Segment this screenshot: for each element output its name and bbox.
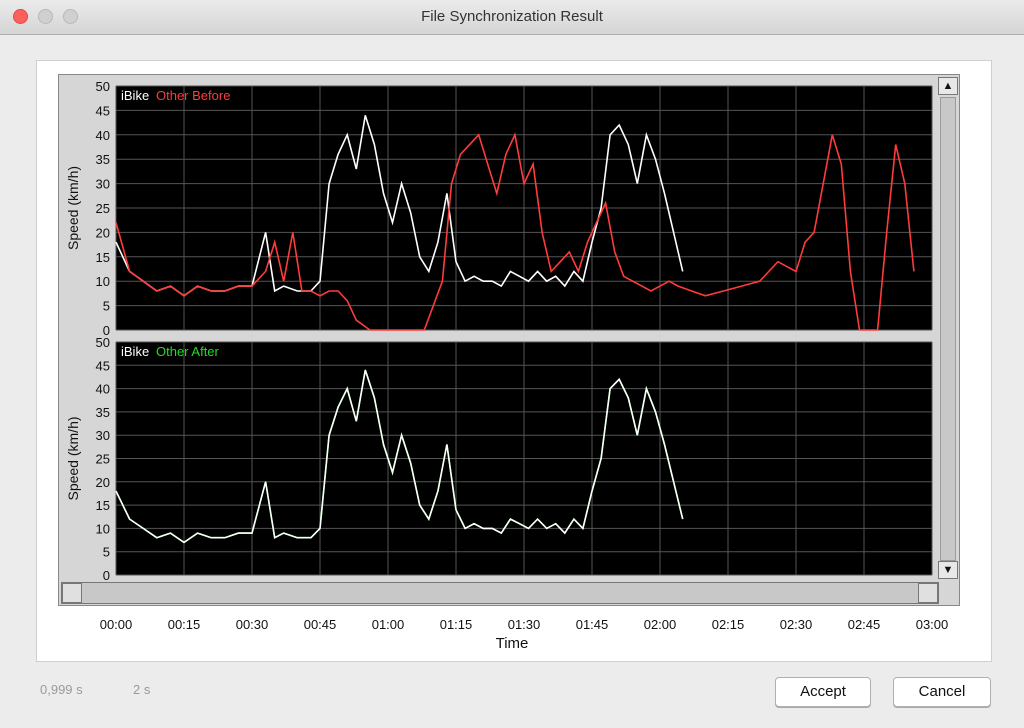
legend-ibike: iBike [121,88,149,103]
vertical-scrollbar[interactable]: ▲ ▼ [938,77,958,579]
x-tick-label: 02:45 [847,617,881,632]
y-tick-label: 20 [96,475,110,490]
y-axis-label: Speed (km/h) [65,166,81,250]
x-tick-label: 01:00 [371,617,405,632]
y-tick-label: 10 [96,274,110,289]
accept-button[interactable]: Accept [775,677,871,707]
y-tick-label: 30 [96,428,110,443]
y-tick-label: 15 [96,250,110,265]
scroll-right-button[interactable] [918,583,938,603]
x-tick-label: 02:00 [643,617,677,632]
y-tick-label: 45 [96,358,110,373]
x-tick-label: 01:30 [507,617,541,632]
chart-after: 0 5 10 15 20 25 30 35 40 45 50 Speed (km/h) iBike Oth… [65,335,933,583]
legend-other: Other Before [156,88,230,103]
x-tick-label: 02:15 [711,617,745,632]
y-tick-label: 40 [96,382,110,397]
y-tick-label: 35 [96,152,110,167]
y-tick-label: 50 [96,335,110,350]
cancel-button[interactable]: Cancel [893,677,991,707]
vertical-scroll-thumb[interactable] [940,97,956,561]
y-tick-label: 25 [96,201,110,216]
step-value: 2 s [133,682,151,697]
y-tick-label: 40 [96,128,110,143]
x-tick-label: 00:45 [303,617,337,632]
scroll-down-icon[interactable]: ▼ [938,561,958,579]
y-axis-label: Speed (km/h) [65,416,81,500]
x-tick-label: 01:45 [575,617,609,632]
horizontal-scrollbar[interactable] [61,582,939,604]
y-tick-label: 15 [96,498,110,513]
chart-before: 05101520253035404550Speed (km/h)iBike Oth… [65,79,933,338]
legend-ibike: iBike [121,344,149,359]
offset-value: 0,999 s [40,682,83,697]
legend-other: Other After [156,344,220,359]
y-tick-label: 30 [96,177,110,192]
y-tick-label: 0 [103,568,110,583]
time-axis-label: Time [495,635,529,652]
x-tick-label: 02:30 [779,617,813,632]
y-tick-label: 45 [96,103,110,118]
x-tick-label: 00:15 [167,617,201,632]
x-tick-label: 01:15 [439,617,473,632]
scroll-up-icon[interactable]: ▲ [938,77,958,95]
x-tick-label: 00:00 [99,617,133,632]
x-tick-label: 00:30 [235,617,269,632]
y-tick-label: 10 [96,521,110,536]
y-tick-label: 25 [96,452,110,467]
y-tick-label: 35 [96,405,110,420]
y-tick-label: 5 [103,545,110,560]
x-tick-label: 03:00 [915,617,949,632]
sync-result-window: File Synchronization Result 0 5 10 15 20 25 30… [0,0,1024,728]
y-tick-label: 5 [103,299,110,314]
y-tick-label: 20 [96,225,110,240]
y-tick-label: 50 [96,79,110,94]
scroll-left-button[interactable] [62,583,82,603]
